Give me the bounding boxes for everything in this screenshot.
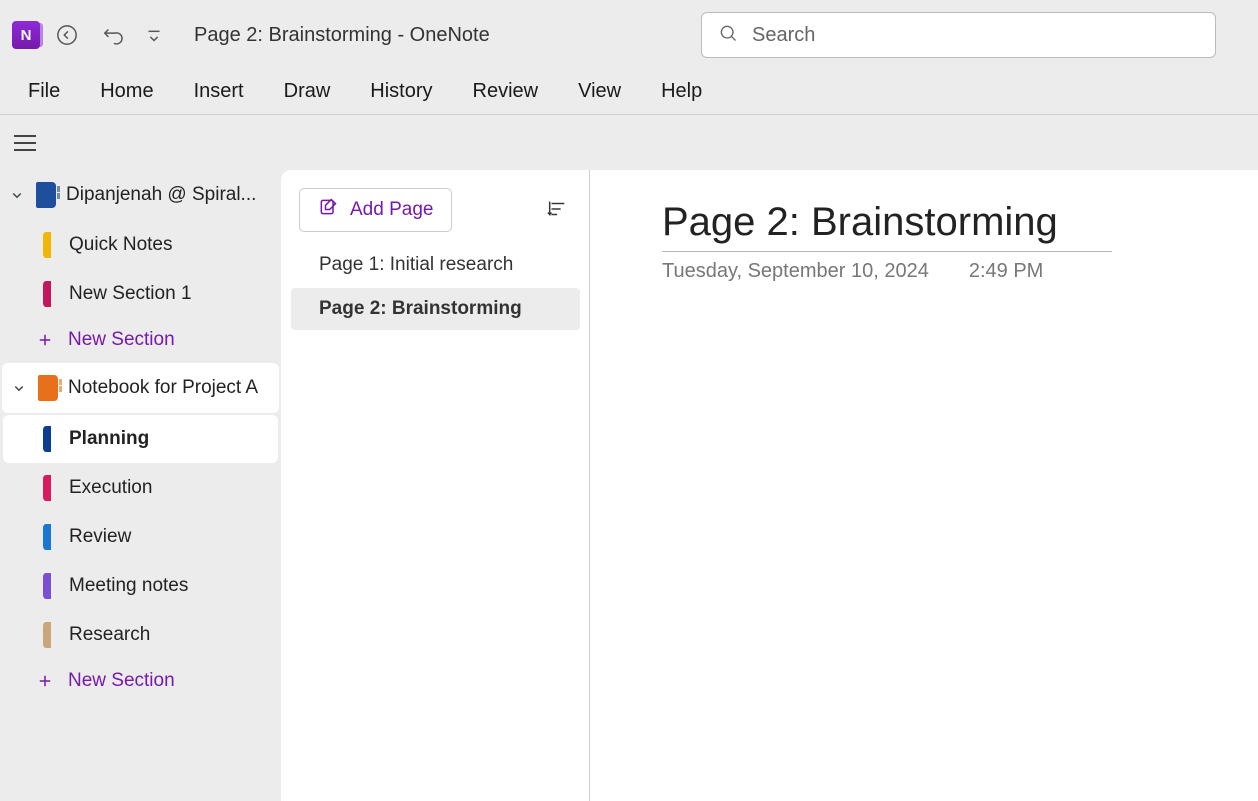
- title-bar: N Page 2: Brainstorming - OneNote: [0, 0, 1258, 70]
- section-color-tab: [43, 622, 51, 648]
- section-label: Execution: [69, 477, 152, 499]
- notebook-item[interactable]: Notebook for Project A: [2, 363, 279, 413]
- page-meta: Tuesday, September 10, 2024 2:49 PM: [662, 260, 1258, 283]
- plus-icon: [36, 672, 54, 690]
- sort-pages-button[interactable]: [542, 195, 572, 225]
- section-item[interactable]: Quick Notes: [3, 221, 278, 269]
- section-label: Review: [69, 526, 131, 548]
- page-title[interactable]: Page 2: Brainstorming: [662, 170, 1258, 245]
- notebook-icon: [38, 375, 58, 401]
- search-box[interactable]: [701, 12, 1216, 58]
- section-label: New Section 1: [69, 283, 192, 305]
- new-section-button[interactable]: New Section: [0, 319, 281, 361]
- section-color-tab: [43, 573, 51, 599]
- add-page-label: Add Page: [350, 199, 433, 221]
- navigation-row: [0, 115, 1258, 170]
- section-label: Quick Notes: [69, 234, 172, 256]
- menu-history[interactable]: History: [350, 70, 452, 113]
- notebook-icon: [36, 182, 56, 208]
- page-canvas[interactable]: Page 2: Brainstorming Tuesday, September…: [590, 170, 1258, 801]
- chevron-down-icon[interactable]: [10, 379, 28, 397]
- menu-insert[interactable]: Insert: [174, 70, 264, 113]
- title-underline: [662, 251, 1112, 252]
- page-item[interactable]: Page 1: Initial research: [291, 244, 580, 286]
- quick-access-dropdown[interactable]: [140, 16, 168, 54]
- back-button[interactable]: [48, 16, 86, 54]
- section-item[interactable]: Execution: [3, 464, 278, 512]
- search-icon: [718, 23, 738, 48]
- menu-view[interactable]: View: [558, 70, 641, 113]
- new-section-label: New Section: [68, 329, 175, 351]
- menu-file[interactable]: File: [8, 70, 80, 113]
- search-input[interactable]: [752, 24, 1199, 47]
- chevron-down-icon[interactable]: [8, 186, 26, 204]
- pages-pane: Add Page Page 1: Initial researchPage 2:…: [281, 170, 590, 801]
- section-item[interactable]: New Section 1: [3, 270, 278, 318]
- notebook-label: Dipanjenah @ Spiral...: [66, 184, 271, 206]
- main-area: Dipanjenah @ Spiral... Quick Notes New S…: [0, 170, 1258, 801]
- section-item[interactable]: Review: [3, 513, 278, 561]
- section-color-tab: [43, 475, 51, 501]
- section-color-tab: [43, 524, 51, 550]
- section-label: Meeting notes: [69, 575, 188, 597]
- menu-home[interactable]: Home: [80, 70, 173, 113]
- add-page-button[interactable]: Add Page: [299, 188, 452, 232]
- notebook-item[interactable]: Dipanjenah @ Spiral...: [0, 170, 281, 220]
- section-item[interactable]: Planning: [3, 415, 278, 463]
- section-label: Research: [69, 624, 150, 646]
- page-date: Tuesday, September 10, 2024: [662, 260, 929, 283]
- ribbon-tabs: FileHomeInsertDrawHistoryReviewViewHelp: [0, 70, 1258, 115]
- section-color-tab: [43, 426, 51, 452]
- page-item[interactable]: Page 2: Brainstorming: [291, 288, 580, 330]
- new-section-label: New Section: [68, 670, 175, 692]
- notebook-pane: Dipanjenah @ Spiral... Quick Notes New S…: [0, 170, 281, 801]
- window-title: Page 2: Brainstorming - OneNote: [194, 24, 490, 47]
- add-page-icon: [318, 197, 338, 223]
- notebook-label: Notebook for Project A: [68, 377, 269, 399]
- section-color-tab: [43, 281, 51, 307]
- menu-help[interactable]: Help: [641, 70, 722, 113]
- navigation-toggle-button[interactable]: [8, 126, 42, 160]
- new-section-button[interactable]: New Section: [0, 660, 281, 702]
- section-item[interactable]: Research: [3, 611, 278, 659]
- section-color-tab: [43, 232, 51, 258]
- section-item[interactable]: Meeting notes: [3, 562, 278, 610]
- page-time: 2:49 PM: [969, 260, 1043, 283]
- menu-draw[interactable]: Draw: [264, 70, 351, 113]
- onenote-app-icon: N: [12, 21, 40, 49]
- menu-review[interactable]: Review: [453, 70, 559, 113]
- plus-icon: [36, 331, 54, 349]
- undo-button[interactable]: [94, 16, 132, 54]
- section-label: Planning: [69, 428, 149, 450]
